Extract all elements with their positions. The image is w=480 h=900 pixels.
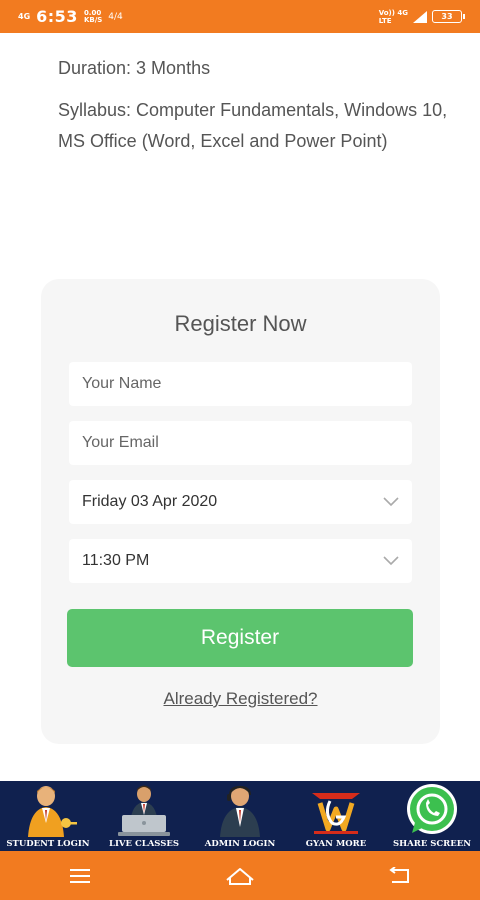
network-indicator: 4G — [18, 11, 31, 21]
nav-share-screen[interactable]: SHARE SCREEN — [384, 781, 480, 851]
volte-top: Vo)) 4G — [378, 8, 408, 17]
gyan-more-logo-icon — [312, 793, 360, 834]
nav-label: ADMIN LOGIN — [204, 839, 276, 849]
time-select-value: 11:30 PM — [82, 552, 150, 569]
bottom-nav: STUDENT LOGIN LIVE CLASSES ADMIN LOGIN G… — [0, 781, 480, 851]
course-info: Duration: 3 Months Syllabus: Computer Fu… — [58, 55, 458, 157]
chevron-down-icon — [383, 497, 399, 507]
date-select-value: Friday 03 Apr 2020 — [82, 493, 218, 510]
home-icon — [226, 867, 254, 885]
chevron-down-icon — [383, 556, 399, 566]
network-speed: 0.00 KB/S — [83, 9, 103, 24]
email-field-wrapper — [69, 421, 412, 465]
menu-icon — [70, 868, 90, 883]
student-icon — [28, 786, 77, 837]
home-button[interactable] — [220, 861, 260, 891]
email-input[interactable] — [82, 434, 399, 452]
notification-indicator: 4/4 — [108, 11, 123, 22]
battery-icon: 33 — [432, 10, 465, 23]
nav-live-classes[interactable]: LIVE CLASSES — [96, 781, 192, 851]
menu-button[interactable] — [60, 861, 100, 891]
admin-icon — [220, 785, 260, 837]
nav-label: SHARE SCREEN — [393, 839, 471, 849]
speed-unit: KB/S — [83, 15, 103, 24]
whatsapp-icon — [407, 784, 457, 834]
register-title: Register Now — [174, 311, 307, 336]
nav-student-login[interactable]: STUDENT LOGIN — [0, 781, 96, 851]
course-duration: Duration: 3 Months — [58, 58, 211, 78]
name-input[interactable] — [82, 375, 399, 393]
back-button[interactable] — [380, 861, 420, 891]
back-icon — [389, 866, 409, 883]
nav-gyan-more[interactable]: GYAN MORE — [288, 781, 384, 851]
app-screen: 4G 6:53 0.00 KB/S 4/4 Vo)) 4G LTE 33 Dur… — [0, 0, 480, 900]
name-field-wrapper — [69, 362, 412, 406]
register-card: Register Now Friday 03 Apr 2020 11:30 PM… — [41, 279, 440, 744]
volte-bottom: LTE — [378, 16, 392, 25]
date-select[interactable]: Friday 03 Apr 2020 — [69, 480, 412, 524]
status-time: 6:53 — [36, 7, 78, 26]
volte-indicator: Vo)) 4G LTE — [379, 9, 408, 25]
nav-label: STUDENT LOGIN — [6, 839, 90, 849]
signal-icon — [413, 10, 427, 23]
nav-admin-login[interactable]: ADMIN LOGIN — [192, 781, 288, 851]
course-syllabus: Syllabus: Computer Fundamentals, Windows… — [58, 100, 448, 151]
nav-label: LIVE CLASSES — [108, 839, 180, 849]
status-bar: 4G 6:53 0.00 KB/S 4/4 Vo)) 4G LTE 33 — [0, 0, 480, 33]
laptop-teacher-icon — [118, 785, 170, 836]
system-nav-bar — [0, 851, 480, 900]
status-left: 4G 6:53 0.00 KB/S 4/4 — [18, 7, 123, 26]
already-registered-link[interactable]: Already Registered? — [41, 689, 440, 709]
register-button[interactable]: Register — [67, 609, 413, 667]
status-right: Vo)) 4G LTE 33 — [379, 9, 465, 25]
time-select[interactable]: 11:30 PM — [69, 539, 412, 583]
nav-label: GYAN MORE — [305, 839, 367, 849]
